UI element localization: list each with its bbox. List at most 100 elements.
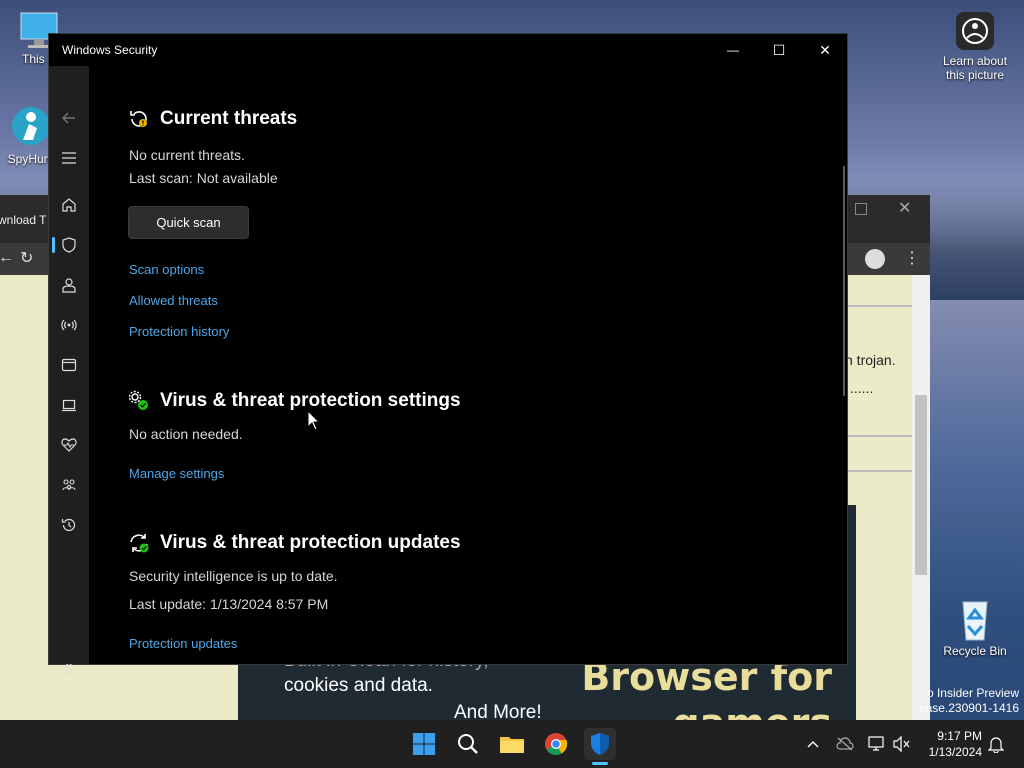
chevron-up-icon xyxy=(807,741,819,748)
search-button[interactable] xyxy=(452,728,484,760)
updates-heading: Virus & threat protection updates xyxy=(128,532,461,554)
main-scrollbar[interactable] xyxy=(843,166,845,396)
background-text-trojan: n trojan. xyxy=(845,352,896,368)
cloud-off-icon xyxy=(836,737,854,751)
windows-logo-icon xyxy=(413,733,435,755)
promo-text: cookies and data. xyxy=(284,675,433,696)
hamburger-icon xyxy=(62,152,76,164)
bell-icon xyxy=(988,737,1004,753)
active-app-indicator xyxy=(592,762,608,765)
start-button[interactable] xyxy=(408,728,440,760)
chrome-icon xyxy=(545,733,568,755)
search-icon xyxy=(458,734,478,754)
sidebar xyxy=(49,66,89,677)
back-button[interactable] xyxy=(49,102,89,134)
clock-date: 1/13/2024 xyxy=(928,745,982,759)
notifications-button[interactable] xyxy=(986,734,1006,754)
windows-security-window[interactable]: Windows Security — ☐ ✕ Current threats N… xyxy=(48,33,848,677)
learn-about-picture-icon[interactable]: Learn about this picture xyxy=(938,10,1012,82)
threat-history-icon xyxy=(128,108,150,130)
allowed-threats-link[interactable]: Allowed threats xyxy=(129,293,218,308)
quick-scan-button[interactable]: Quick scan xyxy=(128,206,249,239)
onedrive-tray[interactable] xyxy=(835,734,855,754)
sidebar-item-home[interactable] xyxy=(49,189,89,221)
home-icon xyxy=(62,198,76,212)
person-icon xyxy=(62,278,76,293)
settings-heading: Virus & threat protection settings xyxy=(128,390,461,412)
maximize-button[interactable]: ☐ xyxy=(756,34,802,66)
window-title: Windows Security xyxy=(62,43,158,57)
sidebar-item-app-browser[interactable] xyxy=(49,349,89,381)
minimize-button[interactable]: — xyxy=(710,34,756,66)
mouse-cursor-icon xyxy=(307,410,321,431)
folder-icon xyxy=(500,737,524,753)
taskbar: 9:17 PM 1/13/2024 xyxy=(0,720,1024,768)
system-clock[interactable]: 9:17 PM 1/13/2024 xyxy=(929,728,982,760)
sidebar-item-settings[interactable] xyxy=(49,654,89,686)
windows-security-taskbar-button[interactable] xyxy=(584,728,616,760)
security-shield-icon xyxy=(591,733,609,755)
show-hidden-icons-button[interactable] xyxy=(803,734,823,754)
sidebar-item-device-performance[interactable] xyxy=(49,429,89,461)
settings-status-text: No action needed. xyxy=(129,426,243,442)
back-arrow-icon[interactable]: ← xyxy=(0,249,14,267)
background-scrollbar[interactable] xyxy=(912,275,930,720)
clock-time: 9:17 PM xyxy=(937,729,982,743)
chrome-button[interactable] xyxy=(540,728,572,760)
sidebar-item-history[interactable] xyxy=(49,509,89,541)
protection-history-link[interactable]: Protection history xyxy=(129,324,229,339)
sidebar-item-account[interactable] xyxy=(49,269,89,301)
sidebar-item-firewall[interactable] xyxy=(49,309,89,341)
insider-watermark: o Insider Preview ease.230901-1416 xyxy=(919,686,1019,716)
background-close-icon[interactable]: ✕ xyxy=(898,198,911,218)
gear-icon xyxy=(62,663,76,677)
network-icon xyxy=(868,736,884,751)
watermark-line1: o Insider Preview xyxy=(926,686,1019,700)
laptop-icon xyxy=(62,399,76,412)
background-maximize-icon[interactable] xyxy=(855,203,867,215)
current-threats-heading: Current threats xyxy=(128,108,297,130)
family-icon xyxy=(62,479,76,491)
learn-about-picture-label: Learn about this picture xyxy=(942,54,1008,82)
spyhunter-icon[interactable]: SpyHun xyxy=(6,104,52,166)
profile-icon[interactable] xyxy=(865,249,885,269)
spyhunter-label: SpyHun xyxy=(7,152,51,166)
main-content: Current threats No current threats. Last… xyxy=(89,66,847,664)
close-button[interactable]: ✕ xyxy=(802,34,848,66)
current-threats-title: Current threats xyxy=(160,108,298,129)
sidebar-item-family[interactable] xyxy=(49,469,89,501)
settings-check-icon xyxy=(128,390,150,412)
protection-updates-link[interactable]: Protection updates xyxy=(129,636,237,651)
background-page-strip2 xyxy=(848,435,912,437)
promo-headline2: gamers xyxy=(672,701,832,720)
volume-tray[interactable] xyxy=(892,734,912,754)
scan-options-link[interactable]: Scan options xyxy=(129,262,204,277)
watermark-line2: ease.230901-1416 xyxy=(918,701,1019,715)
heart-pulse-icon xyxy=(61,438,77,452)
manage-settings-link[interactable]: Manage settings xyxy=(129,466,224,481)
sidebar-item-virus-protection[interactable] xyxy=(49,229,89,261)
background-tab-label: wnload T xyxy=(0,213,47,227)
background-page-strip xyxy=(848,305,912,307)
threat-status-text: No current threats. xyxy=(129,147,245,163)
network-tray[interactable] xyxy=(867,734,887,754)
shield-icon xyxy=(62,237,76,253)
menu-button[interactable] xyxy=(49,142,89,174)
updates-status-text: Security intelligence is up to date. xyxy=(129,568,338,584)
file-explorer-button[interactable] xyxy=(496,728,528,760)
back-arrow-icon xyxy=(62,112,75,124)
sidebar-item-device-security[interactable] xyxy=(49,389,89,421)
updates-title: Virus & threat protection updates xyxy=(160,532,461,553)
titlebar[interactable]: Windows Security — ☐ ✕ xyxy=(49,34,847,66)
browser-window-icon xyxy=(61,358,77,372)
background-scroll-thumb[interactable] xyxy=(915,395,927,575)
recycle-bin-label: Recycle Bin xyxy=(943,644,1007,658)
wireless-icon xyxy=(61,319,77,331)
volume-muted-icon xyxy=(893,736,910,752)
background-page-strip3 xyxy=(848,470,912,472)
recycle-bin-icon[interactable]: Recycle Bin xyxy=(938,596,1012,658)
history-icon xyxy=(61,518,76,532)
background-text-dots: ...... xyxy=(850,380,874,396)
reload-icon[interactable]: ↻ xyxy=(20,248,33,268)
more-menu-icon[interactable]: ⋮ xyxy=(904,248,920,268)
